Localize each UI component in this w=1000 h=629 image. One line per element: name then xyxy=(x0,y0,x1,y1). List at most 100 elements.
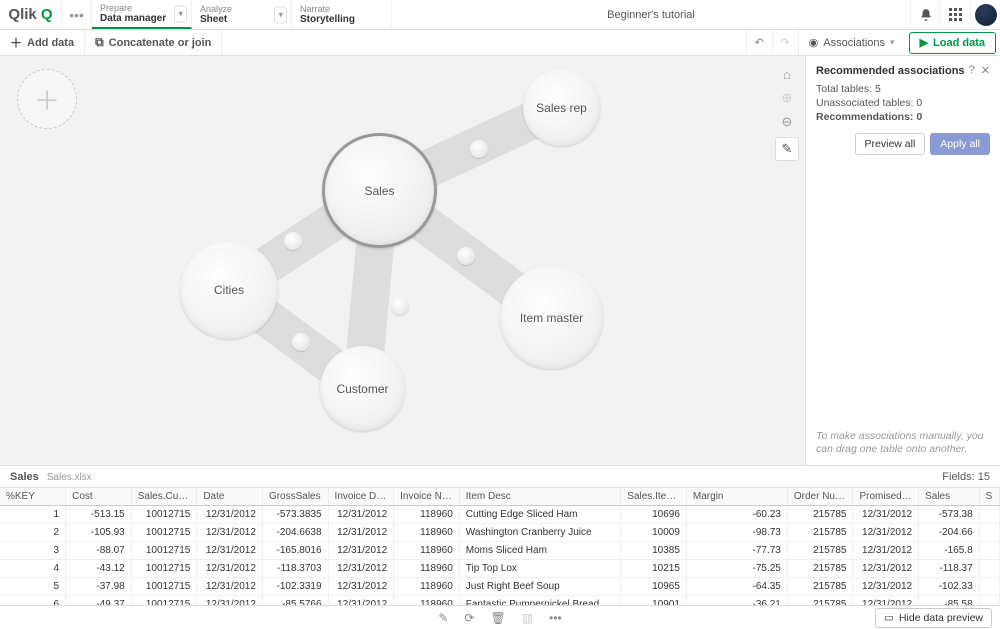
association-joint[interactable] xyxy=(292,333,310,351)
table-cell: -37.98 xyxy=(66,578,132,596)
table-row[interactable]: 3-88.071001271512/31/2012-165.801612/31/… xyxy=(0,542,1000,560)
edit-icon[interactable]: ✎ xyxy=(438,611,448,625)
refresh-icon[interactable]: ⟳ xyxy=(464,611,474,625)
concatenate-label: Concatenate or join xyxy=(109,37,212,49)
table-bubble-cities[interactable]: Cities xyxy=(180,241,278,339)
column-header[interactable]: Margin xyxy=(686,488,787,506)
preview-all-button[interactable]: Preview all xyxy=(855,133,926,155)
table-cell: Moms Sliced Ham xyxy=(459,542,621,560)
column-header[interactable]: Sales.Item N… xyxy=(621,488,687,506)
column-header[interactable]: Order Number xyxy=(787,488,853,506)
table-cell: 12/31/2012 xyxy=(197,524,263,542)
table-cell: Washington Cranberry Juice xyxy=(459,524,621,542)
table-cell: 12/31/2012 xyxy=(197,560,263,578)
qlik-logo[interactable]: Qlik Q xyxy=(0,0,62,29)
table-cell: 12/31/2012 xyxy=(197,596,263,606)
table-cell: 215785 xyxy=(787,506,853,524)
associations-label: Associations xyxy=(823,37,885,49)
table-bubble-item-master[interactable]: Item master xyxy=(500,266,603,369)
table-row[interactable]: 2-105.931001271512/31/2012-204.663812/31… xyxy=(0,524,1000,542)
apps-grid-icon[interactable] xyxy=(940,0,970,30)
undo-icon[interactable]: ↶ xyxy=(746,30,772,56)
association-canvas[interactable]: ＋ Sales Sales rep Item master Customer C… xyxy=(0,56,805,465)
column-header[interactable]: Invoice Num… xyxy=(394,488,460,506)
table-cell xyxy=(979,560,999,578)
add-data-button[interactable]: ＋ Add data xyxy=(0,30,85,55)
table-cell: 215785 xyxy=(787,524,853,542)
table-cell: 4 xyxy=(0,560,66,578)
table-row[interactable]: 1-513.151001271512/31/2012-573.383512/31… xyxy=(0,506,1000,524)
plus-icon: ＋ xyxy=(10,34,22,51)
table-bubble-customer[interactable]: Customer xyxy=(320,346,405,431)
nav-analyze[interactable]: Analyze Sheet ▾ xyxy=(192,0,292,29)
table-cell: 10696 xyxy=(621,506,687,524)
bubble-label: Sales xyxy=(364,184,394,198)
table-cell: 12/31/2012 xyxy=(328,524,394,542)
table-cell: -88.07 xyxy=(66,542,132,560)
column-header[interactable]: Sales xyxy=(919,488,980,506)
associations-button[interactable]: ◉ Associations ▾ xyxy=(798,30,905,55)
global-menu-icon[interactable]: ••• xyxy=(62,0,92,29)
zoom-in-icon[interactable]: ⊕ xyxy=(775,86,799,110)
help-icon[interactable]: ? xyxy=(969,64,975,77)
column-header[interactable]: Date xyxy=(197,488,263,506)
load-data-button[interactable]: ▶ Load data xyxy=(909,32,996,54)
delete-icon[interactable]: 🗑 xyxy=(490,611,505,625)
nav-analyze-label: Analyze xyxy=(200,4,283,14)
hide-data-preview-label: Hide data preview xyxy=(899,612,983,624)
close-icon[interactable]: ✕ xyxy=(981,64,990,77)
concatenate-button[interactable]: ⧉ Concatenate or join xyxy=(85,30,222,55)
nav-prepare-value: Data manager xyxy=(100,13,183,24)
footer-bar: ✎ ⟳ 🗑 ▥ ••• ▭ Hide data preview xyxy=(0,605,1000,629)
table-row[interactable]: 5-37.981001271512/31/2012-102.331912/31/… xyxy=(0,578,1000,596)
table-cell xyxy=(979,506,999,524)
table-row[interactable]: 6-49.371001271512/31/2012-85.576612/31/2… xyxy=(0,596,1000,606)
nav-prepare[interactable]: Prepare Data manager ▾ xyxy=(92,0,192,29)
column-header[interactable]: Cost xyxy=(66,488,132,506)
concatenate-icon: ⧉ xyxy=(95,35,104,50)
zoom-out-icon[interactable]: ⊖ xyxy=(775,110,799,134)
nav-analyze-value: Sheet xyxy=(200,14,283,25)
chevron-down-icon[interactable]: ▾ xyxy=(174,5,187,22)
home-icon[interactable]: ⌂ xyxy=(775,62,799,86)
panel-title: Recommended associations xyxy=(816,65,965,77)
table-cell: 10901 xyxy=(621,596,687,606)
column-header[interactable]: S xyxy=(979,488,999,506)
data-preview-table[interactable]: %KEYCostSales.Custo…DateGrossSalesInvoic… xyxy=(0,487,1000,605)
magic-wand-icon[interactable]: ✎ xyxy=(775,137,799,161)
table-cell: 10215 xyxy=(621,560,687,578)
nav-narrate-value: Storytelling xyxy=(300,14,383,25)
table-bubble-sales-rep[interactable]: Sales rep xyxy=(523,69,600,146)
column-header[interactable]: Invoice Date xyxy=(328,488,394,506)
unpivot-icon[interactable]: ▥ xyxy=(522,611,533,625)
column-header[interactable]: GrossSales xyxy=(262,488,328,506)
table-cell: 12/31/2012 xyxy=(853,560,919,578)
more-icon[interactable]: ••• xyxy=(549,611,562,625)
table-cell: 215785 xyxy=(787,578,853,596)
table-cell: -60.23 xyxy=(686,506,787,524)
column-header[interactable]: Item Desc xyxy=(459,488,621,506)
association-joint[interactable] xyxy=(457,247,475,265)
association-joint[interactable] xyxy=(391,297,409,315)
table-bubble-sales[interactable]: Sales xyxy=(322,133,437,248)
table-cell: 118960 xyxy=(394,524,460,542)
bubble-label: Sales rep xyxy=(536,101,587,115)
notifications-icon[interactable] xyxy=(910,0,940,30)
association-joint[interactable] xyxy=(284,232,302,250)
column-header[interactable]: %KEY xyxy=(0,488,66,506)
table-cell: 10012715 xyxy=(131,524,197,542)
fields-count: Fields: 15 xyxy=(942,471,990,483)
table-row[interactable]: 4-43.121001271512/31/2012-118.370312/31/… xyxy=(0,560,1000,578)
bubble-label: Cities xyxy=(214,283,244,297)
column-header[interactable]: Promised D… xyxy=(853,488,919,506)
nav-narrate[interactable]: Narrate Storytelling xyxy=(292,0,392,29)
add-table-bubble[interactable]: ＋ xyxy=(17,69,77,129)
user-avatar[interactable] xyxy=(970,0,1000,30)
apply-all-button[interactable]: Apply all xyxy=(930,133,990,155)
chevron-down-icon[interactable]: ▾ xyxy=(274,6,287,23)
column-header[interactable]: Sales.Custo… xyxy=(131,488,197,506)
table-cell: -102.33 xyxy=(919,578,980,596)
association-joint[interactable] xyxy=(470,140,488,158)
table-cell: -573.3835 xyxy=(262,506,328,524)
hide-data-preview-button[interactable]: ▭ Hide data preview xyxy=(875,608,992,628)
